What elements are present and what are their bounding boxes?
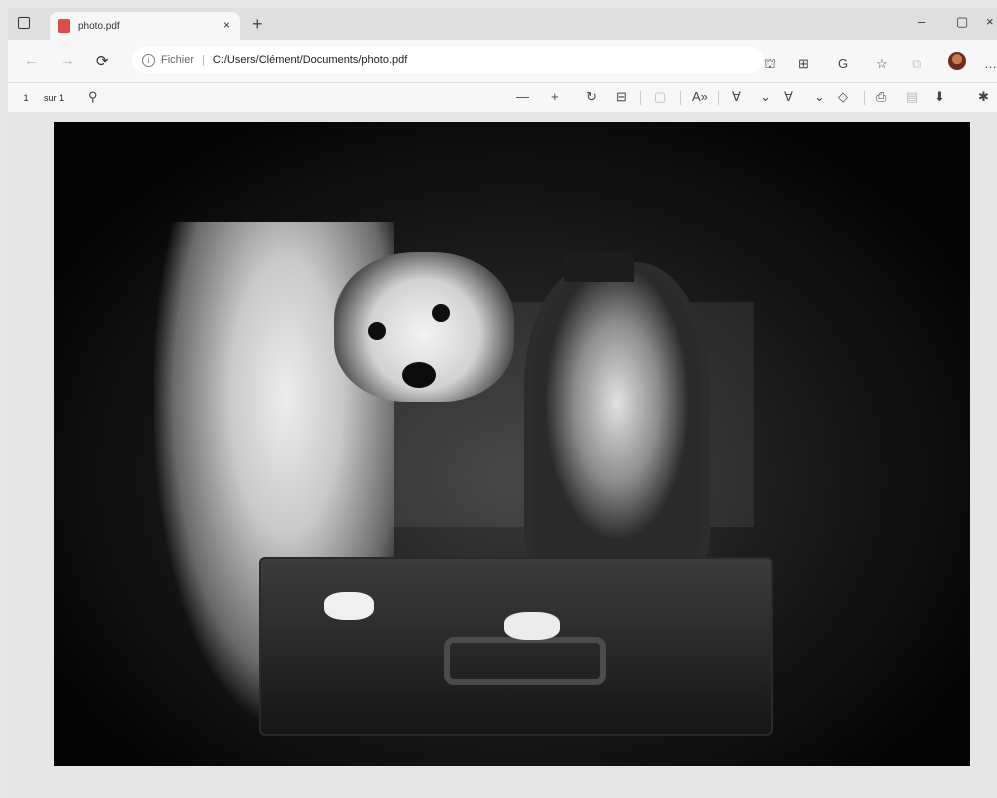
- tab-actions-icon[interactable]: [18, 17, 30, 29]
- page-number-input[interactable]: 1: [18, 90, 34, 106]
- search-icon[interactable]: ⚲: [88, 89, 98, 105]
- close-window-button[interactable]: ×: [986, 14, 994, 29]
- tab-photo-pdf[interactable]: photo.pdf ×: [50, 12, 240, 40]
- address-input[interactable]: i Fichier | C:/Users/Clément/Documents/p…: [132, 47, 764, 73]
- zoom-out-button[interactable]: —: [516, 89, 529, 104]
- maximize-button[interactable]: ▢: [956, 14, 968, 30]
- toolbar-divider: [864, 91, 865, 105]
- rotate-icon[interactable]: ↻: [586, 89, 597, 105]
- zoom-in-button[interactable]: +: [551, 89, 559, 104]
- chevron-down-icon[interactable]: ⌄: [760, 89, 771, 105]
- pdf-viewport[interactable]: [8, 112, 997, 798]
- refresh-button[interactable]: ⟳: [96, 52, 109, 70]
- toolbar-divider: [680, 91, 681, 105]
- more-menu-icon[interactable]: …: [984, 56, 997, 71]
- minimize-button[interactable]: –: [918, 14, 925, 29]
- refresh-extension-icon[interactable]: G: [838, 56, 848, 71]
- save-icon[interactable]: ⬇: [934, 89, 945, 105]
- tab-title: photo.pdf: [78, 20, 120, 32]
- highlight-icon[interactable]: ∀: [784, 89, 793, 105]
- dog-paw: [324, 592, 374, 620]
- dog-eye: [432, 304, 450, 322]
- dog-paw: [504, 612, 560, 640]
- address-separator: |: [202, 54, 205, 66]
- tab-close-button[interactable]: ×: [223, 18, 230, 32]
- print-icon[interactable]: ⎙: [876, 89, 886, 105]
- dog-nose: [402, 362, 436, 388]
- info-icon[interactable]: i: [142, 53, 155, 67]
- browser-window: photo.pdf × + – ▢ × ← → ⟳ i Fichier | C:…: [8, 8, 997, 798]
- page-view-icon[interactable]: ▢: [654, 89, 666, 105]
- suitcase-handle: [444, 637, 606, 685]
- lantern-top: [564, 252, 634, 282]
- fit-page-icon[interactable]: ⊟: [616, 89, 627, 105]
- address-bar-row: ← → ⟳ i Fichier | C:/Users/Clément/Docum…: [8, 40, 997, 82]
- erase-icon[interactable]: ◇: [838, 89, 848, 105]
- draw-icon[interactable]: ∀: [732, 89, 741, 105]
- lantern: [524, 262, 710, 573]
- disabled-icon[interactable]: ▤: [906, 89, 918, 105]
- new-tab-button[interactable]: +: [252, 14, 263, 35]
- back-button[interactable]: ←: [24, 52, 39, 69]
- read-aloud-icon[interactable]: A»: [692, 89, 708, 104]
- chevron-down-icon[interactable]: ⌄: [814, 89, 825, 105]
- page-count-label: sur 1: [44, 93, 65, 103]
- tab-bar: photo.pdf × + – ▢ ×: [8, 8, 997, 40]
- toolbar-divider: [640, 91, 641, 105]
- address-url: C:/Users/Clément/Documents/photo.pdf: [212, 54, 408, 66]
- pdf-page-photo: [54, 122, 970, 766]
- toolbar-divider: [718, 91, 719, 105]
- pin-icon[interactable]: ✱: [978, 89, 989, 105]
- profile-avatar[interactable]: [948, 52, 966, 70]
- collections-icon[interactable]: ⧉: [912, 56, 921, 72]
- address-scheme: Fichier: [161, 54, 195, 66]
- pdf-file-icon: [58, 19, 70, 33]
- favorites-icon[interactable]: ☆: [876, 56, 888, 72]
- pdf-toolbar: 1 sur 1 ⚲ — + ↻ ⊟ ▢ A» ∀ ⌄ ∀ ⌄ ◇ ⎙ ▤ ⬇ ✱: [8, 82, 997, 114]
- dog-eye: [368, 322, 386, 340]
- immersive-reader-icon[interactable]: ⛫: [764, 56, 776, 74]
- forward-button[interactable]: →: [60, 52, 75, 69]
- extension-icon[interactable]: ⊞: [798, 56, 809, 72]
